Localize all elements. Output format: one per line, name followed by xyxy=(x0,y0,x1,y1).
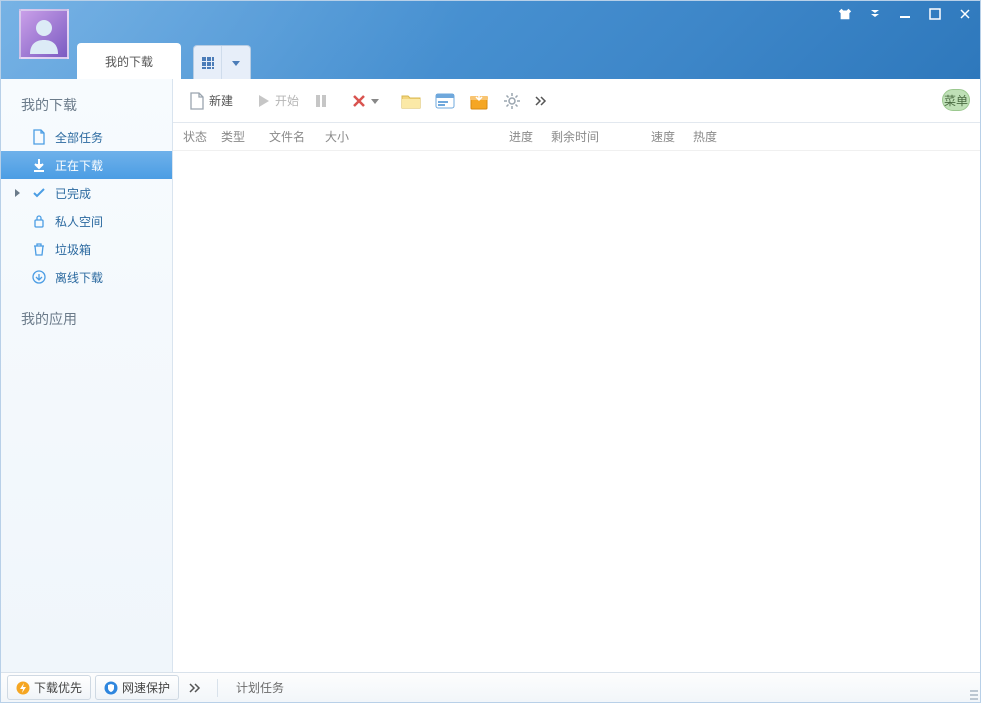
column-headers: 状态 类型 文件名 大小 进度 剩余时间 速度 热度 xyxy=(173,123,980,151)
settings-button[interactable] xyxy=(497,88,527,114)
lock-icon xyxy=(31,213,47,229)
col-type[interactable]: 类型 xyxy=(215,128,263,145)
download-priority-button[interactable]: 下载优先 xyxy=(7,675,91,700)
minimize-button[interactable] xyxy=(890,1,920,27)
col-progress[interactable]: 进度 xyxy=(503,128,545,145)
sidebar-item-downloading[interactable]: 正在下载 xyxy=(1,151,172,179)
trash-icon xyxy=(31,241,47,257)
app-window: 我的下载 我的下载 xyxy=(0,0,981,703)
sidebar-item-label: 离线下载 xyxy=(55,269,103,286)
delete-button[interactable] xyxy=(345,89,385,113)
sidebar-item-trash[interactable]: 垃圾箱 xyxy=(1,235,172,263)
col-heat[interactable]: 热度 xyxy=(687,128,747,145)
sidebar-group-downloads: 我的下载 xyxy=(1,89,172,123)
user-silhouette-icon xyxy=(24,14,64,54)
speed-protect-label: 网速保护 xyxy=(122,679,170,696)
folder-icon xyxy=(401,93,421,109)
statusbar: 下载优先 网速保护 计划任务 xyxy=(1,672,980,702)
col-size[interactable]: 大小 xyxy=(319,128,503,145)
sidebar-item-private[interactable]: 私人空间 xyxy=(1,207,172,235)
tab-row: 我的下载 xyxy=(77,43,251,79)
toolbar-more-button[interactable] xyxy=(529,92,553,110)
sidebar-item-label: 垃圾箱 xyxy=(55,241,91,258)
col-remaining[interactable]: 剩余时间 xyxy=(545,128,645,145)
shield-icon xyxy=(104,681,118,695)
new-file-icon xyxy=(189,92,205,110)
body: 我的下载 全部任务 正在下载 已完成 xyxy=(1,79,980,672)
double-chevron-right-icon xyxy=(189,683,201,693)
gear-icon xyxy=(503,92,521,110)
content: 新建 开始 xyxy=(173,79,980,672)
col-speed[interactable]: 速度 xyxy=(645,128,687,145)
plan-task-label[interactable]: 计划任务 xyxy=(228,679,284,696)
titlebar: 我的下载 xyxy=(1,1,980,79)
tab-my-downloads[interactable]: 我的下载 xyxy=(77,43,181,79)
menu-button[interactable]: 菜单 xyxy=(942,89,970,111)
delete-icon xyxy=(351,93,367,109)
speed-protect-button[interactable]: 网速保护 xyxy=(95,675,179,700)
sidebar-item-label: 私人空间 xyxy=(55,213,103,230)
toolbar: 新建 开始 xyxy=(173,79,980,123)
col-status[interactable]: 状态 xyxy=(177,128,215,145)
download-priority-label: 下载优先 xyxy=(34,679,82,696)
tab-label: 我的下载 xyxy=(105,53,153,70)
box-download-icon xyxy=(469,92,489,110)
skin-icon[interactable] xyxy=(830,1,860,27)
separator xyxy=(217,679,218,697)
open-folder-button[interactable] xyxy=(395,89,427,113)
check-icon xyxy=(31,185,47,201)
grid-view-button[interactable] xyxy=(194,46,222,79)
avatar[interactable] xyxy=(19,9,69,59)
lightning-icon xyxy=(16,681,30,695)
sidebar-item-label: 已完成 xyxy=(55,185,91,202)
dropdown-arrow-icon[interactable] xyxy=(860,1,890,27)
statusbar-more-button[interactable] xyxy=(183,679,207,697)
sidebar-item-label: 正在下载 xyxy=(55,157,103,174)
task-list-empty xyxy=(173,151,980,672)
sidebar-item-completed[interactable]: 已完成 xyxy=(1,179,172,207)
start-label: 开始 xyxy=(275,92,299,109)
window-controls xyxy=(830,1,980,27)
pause-button[interactable] xyxy=(307,89,335,113)
grid-icon xyxy=(201,56,215,70)
download-arrow-icon xyxy=(31,157,47,173)
sidebar-item-all-tasks[interactable]: 全部任务 xyxy=(1,123,172,151)
chevron-down-icon xyxy=(231,58,241,68)
play-icon xyxy=(255,93,271,109)
start-button[interactable]: 开始 xyxy=(249,88,305,113)
pause-icon xyxy=(313,93,329,109)
new-label: 新建 xyxy=(209,92,233,109)
menu-label: 菜单 xyxy=(944,92,968,109)
double-chevron-right-icon xyxy=(535,96,547,106)
close-button[interactable] xyxy=(950,1,980,27)
view-switcher xyxy=(193,45,251,79)
sidebar: 我的下载 全部任务 正在下载 已完成 xyxy=(1,79,173,672)
chevron-down-icon xyxy=(371,97,379,105)
cloud-download-icon xyxy=(31,269,47,285)
resize-handle[interactable] xyxy=(966,688,978,700)
col-filename[interactable]: 文件名 xyxy=(263,128,319,145)
sidebar-item-offline[interactable]: 离线下载 xyxy=(1,263,172,291)
sidebar-item-label: 全部任务 xyxy=(55,129,103,146)
view-dropdown-button[interactable] xyxy=(222,46,250,79)
new-button[interactable]: 新建 xyxy=(183,88,239,114)
download-folder-button[interactable] xyxy=(463,88,495,114)
file-icon xyxy=(31,129,47,145)
sidebar-group-apps: 我的应用 xyxy=(1,303,172,337)
details-button[interactable] xyxy=(429,89,461,113)
maximize-button[interactable] xyxy=(920,1,950,27)
details-icon xyxy=(435,93,455,109)
